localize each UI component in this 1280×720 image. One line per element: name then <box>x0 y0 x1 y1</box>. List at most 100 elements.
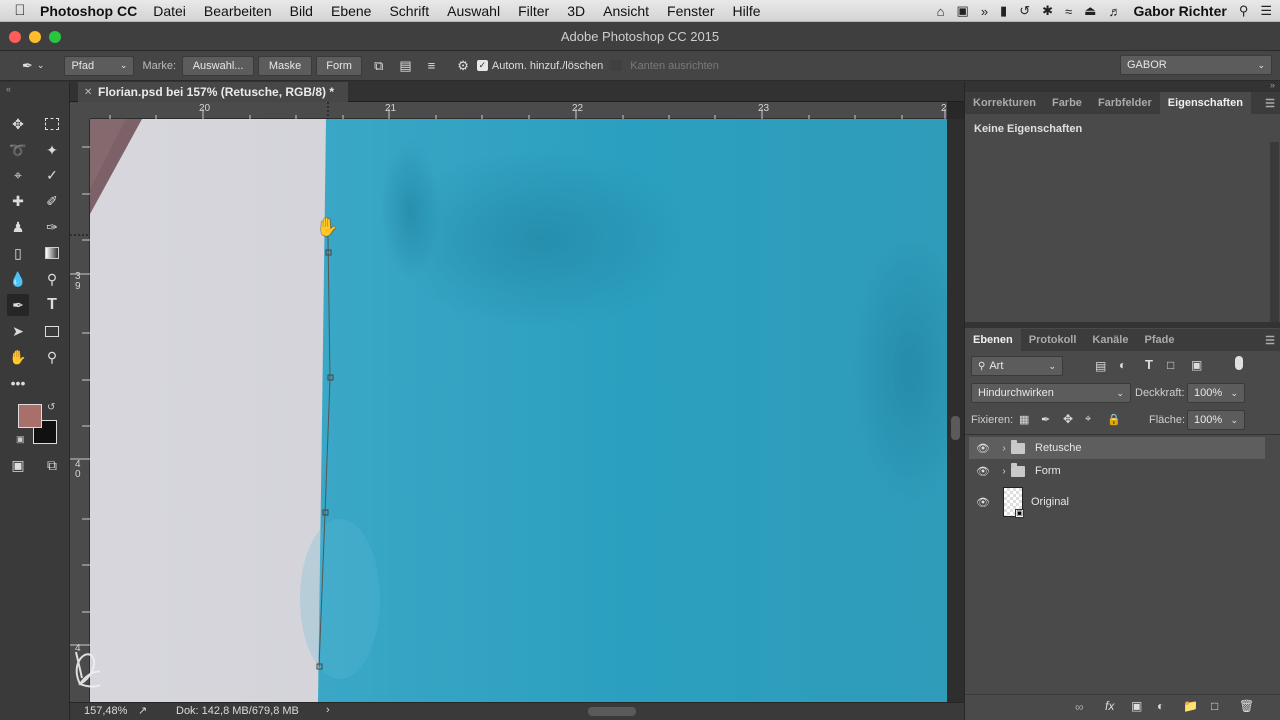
filter-toggle-icon[interactable] <box>1235 356 1243 370</box>
make-mask-button[interactable]: Maske <box>258 55 313 76</box>
menu-filter[interactable]: Filter <box>518 3 549 19</box>
tab-eigenschaften[interactable]: Eigenschaften <box>1159 92 1251 114</box>
ruler-origin[interactable] <box>70 102 90 119</box>
layer-row-original[interactable]: 👁 ▣ Original <box>969 486 1265 518</box>
layer-name[interactable]: Original <box>1031 496 1069 508</box>
tab-kanaele[interactable]: Kanäle <box>1084 329 1136 351</box>
screen-mode-icon[interactable]: ⧉ <box>41 454 63 476</box>
layer-name[interactable]: Form <box>1035 465 1061 477</box>
expand-group-chevron-icon[interactable]: › <box>997 443 1011 454</box>
filter-shape-icon[interactable]: □ <box>1167 358 1174 372</box>
notification-list-icon[interactable]: ☰ <box>1260 3 1272 19</box>
fx-icon[interactable]: fx <box>1105 699 1114 713</box>
horizontal-ruler[interactable]: 20 21 22 23 2 <box>90 102 947 119</box>
tab-korrekturen[interactable]: Korrekturen <box>965 92 1044 114</box>
gear-icon[interactable]: ⚙ <box>457 58 469 74</box>
eraser-tool-icon[interactable]: ▯ <box>7 242 29 264</box>
visibility-eye-icon[interactable]: 👁 <box>969 496 997 509</box>
tab-farbfelder[interactable]: Farbfelder <box>1090 92 1160 114</box>
wifi-icon[interactable]: ≈ <box>1065 4 1072 19</box>
history-brush-tool-icon[interactable]: ✑ <box>41 216 63 238</box>
visibility-eye-icon[interactable]: 👁 <box>969 465 997 478</box>
expand-panels-icon[interactable]: » <box>1270 80 1275 90</box>
spotlight-search-icon[interactable]: ⚲ <box>1239 3 1249 19</box>
tab-protokoll[interactable]: Protokoll <box>1021 329 1085 351</box>
opacity-field[interactable]: 100% ⌄ <box>1187 383 1245 403</box>
arrows-icon[interactable]: » <box>981 4 988 19</box>
new-group-icon[interactable]: 📁 <box>1183 699 1198 713</box>
align-edges-checkbox[interactable] <box>611 60 623 71</box>
lock-transparency-icon[interactable]: ▦ <box>1019 413 1029 426</box>
visibility-eye-icon[interactable]: 👁 <box>969 442 997 455</box>
workspace-select[interactable]: GABOR ⌄ <box>1120 55 1272 75</box>
dodge-tool-icon[interactable]: ⚲ <box>41 268 63 290</box>
apple-icon[interactable]:  <box>0 2 40 19</box>
make-selection-button[interactable]: Auswahl... <box>182 55 255 76</box>
auto-add-delete-checkbox[interactable]: ✓ <box>476 60 488 71</box>
path-alignment-icon[interactable]: ▤ <box>399 58 411 74</box>
menu-schrift[interactable]: Schrift <box>389 3 429 19</box>
swap-colors-icon[interactable]: ↺ <box>47 402 55 413</box>
trash-icon[interactable]: 🗑 <box>1239 699 1254 713</box>
menu-fenster[interactable]: Fenster <box>667 3 714 19</box>
menu-auswahl[interactable]: Auswahl <box>447 3 500 19</box>
path-selection-tool-icon[interactable]: ➤ <box>7 320 29 342</box>
lock-pixels-icon[interactable]: ✒ <box>1041 413 1050 426</box>
home-icon[interactable]: ⌂ <box>937 4 945 19</box>
lock-position-icon[interactable]: ✥ <box>1063 412 1073 426</box>
brush-tool-icon[interactable]: ✐ <box>41 190 63 212</box>
layer-row-form[interactable]: 👁 › Form <box>969 460 1265 482</box>
path-arrangement-icon[interactable]: ≡ <box>428 58 436 73</box>
rectangle-tool-icon[interactable] <box>41 320 63 342</box>
tab-ebenen[interactable]: Ebenen <box>965 329 1021 351</box>
tab-pfade[interactable]: Pfade <box>1136 329 1182 351</box>
tab-farbe[interactable]: Farbe <box>1044 92 1090 114</box>
document-tab[interactable]: ✕ Florian.psd bei 157% (Retusche, RGB/8)… <box>78 82 349 102</box>
share-icon[interactable]: ↗ <box>138 704 147 717</box>
properties-scrollbar[interactable] <box>1270 142 1279 322</box>
layer-row-retusche[interactable]: 👁 › Retusche <box>969 437 1265 459</box>
card-icon[interactable]: ▣ <box>957 3 969 19</box>
filter-pixel-icon[interactable]: ▤ <box>1095 359 1106 373</box>
layer-name[interactable]: Retusche <box>1035 442 1081 454</box>
make-shape-button[interactable]: Form <box>316 55 363 76</box>
more-tools-icon[interactable]: ••• <box>7 372 29 394</box>
pen-tool-icon[interactable]: ✒ <box>7 294 29 316</box>
link-icon[interactable]: ∞ <box>1075 700 1084 714</box>
bluetooth-icon[interactable]: ✱ <box>1042 3 1053 19</box>
status-menu-chevron-icon[interactable]: › <box>326 704 330 716</box>
blend-mode-select[interactable]: Hindurchwirken ⌄ <box>971 383 1131 403</box>
lock-artboard-icon[interactable]: ⌖ <box>1085 413 1091 426</box>
volume-icon[interactable]: ♬ <box>1108 4 1121 19</box>
user-name[interactable]: Gabor Richter <box>1133 3 1226 19</box>
healing-brush-tool-icon[interactable]: ✚ <box>7 190 29 212</box>
menu-app-name[interactable]: Photoshop CC <box>40 3 137 19</box>
panel-divider[interactable] <box>965 322 1280 328</box>
adjustment-icon[interactable]: ◐ <box>1157 699 1164 713</box>
eject-icon[interactable]: ⏏ <box>1084 3 1096 19</box>
filter-type-icon[interactable]: T <box>1145 357 1153 372</box>
fill-field[interactable]: 100% ⌄ <box>1187 410 1245 430</box>
eyedropper-tool-icon[interactable]: ✓ <box>41 164 63 186</box>
quick-selection-tool-icon[interactable]: ✦ <box>41 139 63 161</box>
mask-icon[interactable]: ▣ <box>1131 699 1142 713</box>
menu-ansicht[interactable]: Ansicht <box>603 3 649 19</box>
pen-mode-select[interactable]: Pfad ⌄ <box>64 55 135 76</box>
path-operations-icon[interactable]: ⧉ <box>374 58 383 74</box>
crop-tool-icon[interactable]: ⌖ <box>7 164 29 186</box>
collapse-panel-icon[interactable]: « <box>6 84 11 94</box>
new-layer-icon[interactable]: □ <box>1211 699 1218 713</box>
gradient-tool-icon[interactable] <box>41 242 63 264</box>
expand-group-chevron-icon[interactable]: › <box>997 466 1011 477</box>
vertical-ruler[interactable]: 3 9 4 0 4 <box>70 119 90 702</box>
layer-filter-select[interactable]: ⚲ Art ⌄ <box>971 356 1063 376</box>
marquee-tool-icon[interactable] <box>41 113 63 135</box>
pen-tool-preset-icon[interactable]: ✒ <box>22 58 33 74</box>
horizontal-scroll-thumb[interactable] <box>588 707 636 716</box>
close-tab-icon[interactable]: ✕ <box>84 87 92 98</box>
zoom-level[interactable]: 157,48% <box>84 705 127 717</box>
menu-3d[interactable]: 3D <box>567 3 585 19</box>
hand-tool-icon[interactable]: ✋ <box>7 346 29 368</box>
battery-icon[interactable]: ▮ <box>1000 3 1007 19</box>
quick-mask-icon[interactable]: ▣ <box>7 454 29 476</box>
